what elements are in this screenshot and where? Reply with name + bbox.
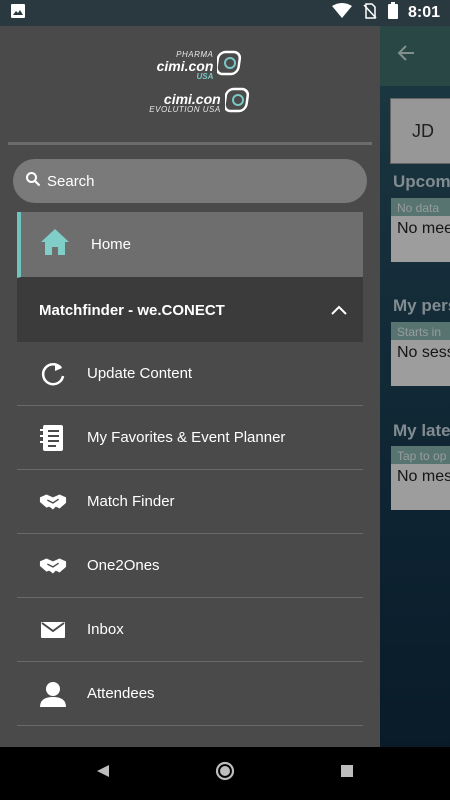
battery-icon	[387, 2, 398, 24]
handshake-icon	[39, 552, 67, 580]
menu-item-label: Update Content	[87, 365, 193, 382]
logo-bottom-text: USA	[196, 71, 214, 81]
navigation-drawer: PHARMA cimi.con USA cimi.con EVOLUTION U…	[0, 26, 380, 747]
logo-mark-icon	[222, 87, 251, 118]
mail-icon	[39, 616, 67, 644]
nav-recents-icon[interactable]	[340, 764, 354, 783]
drawer-menu: Home Matchfinder - we.CONECT Update Cont…	[17, 212, 363, 726]
menu-item-label: Inbox	[87, 621, 124, 638]
person-icon	[39, 680, 67, 708]
divider	[8, 142, 372, 145]
chevron-up-icon[interactable]	[331, 302, 347, 319]
image-icon	[10, 3, 26, 24]
wifi-icon	[331, 2, 352, 24]
status-bar: 8:01	[0, 0, 450, 26]
pharma-logo: PHARMA cimi.con USA	[157, 50, 244, 81]
search-input[interactable]: Search	[13, 159, 367, 203]
logo-main-text: cimi.con	[156, 57, 214, 74]
logo-mark-icon	[215, 50, 243, 81]
menu-item-match-finder[interactable]: Match Finder	[17, 470, 363, 534]
menu-item-home[interactable]: Home	[17, 212, 363, 278]
logo-main-text: cimi.con	[163, 90, 221, 107]
clock: 8:01	[407, 4, 440, 21]
menu-item-label: Attendees	[87, 685, 155, 702]
search-icon	[25, 171, 41, 192]
menu-group-label: Matchfinder - we.CONECT	[39, 301, 225, 319]
no-sim-icon	[362, 2, 378, 24]
menu-item-label: One2Ones	[87, 557, 160, 574]
system-nav-bar	[0, 747, 450, 800]
menu-item-attendees[interactable]: Attendees	[17, 662, 363, 726]
menu-group-matchfinder[interactable]: Matchfinder - we.CONECT	[17, 278, 363, 342]
logo-bottom-text: EVOLUTION USA	[149, 104, 221, 114]
planner-icon	[39, 424, 67, 452]
search-placeholder: Search	[47, 172, 95, 190]
drawer-scrim[interactable]	[380, 26, 450, 747]
menu-item-label: My Favorites & Event Planner	[87, 429, 286, 446]
refresh-icon	[39, 360, 67, 388]
nav-home-icon[interactable]	[215, 761, 235, 786]
menu-item-update-content[interactable]: Update Content	[17, 342, 363, 406]
menu-item-one2ones[interactable]: One2Ones	[17, 534, 363, 598]
logo-area: PHARMA cimi.con USA cimi.con EVOLUTION U…	[0, 26, 380, 142]
menu-item-label: Match Finder	[87, 493, 175, 510]
menu-item-inbox[interactable]: Inbox	[17, 598, 363, 662]
evolution-logo: cimi.con EVOLUTION USA	[149, 87, 250, 118]
handshake-icon	[39, 488, 67, 516]
menu-item-label: Home	[91, 236, 132, 253]
home-icon	[39, 227, 71, 262]
menu-item-favorites[interactable]: My Favorites & Event Planner	[17, 406, 363, 470]
nav-back-icon[interactable]	[96, 764, 110, 783]
